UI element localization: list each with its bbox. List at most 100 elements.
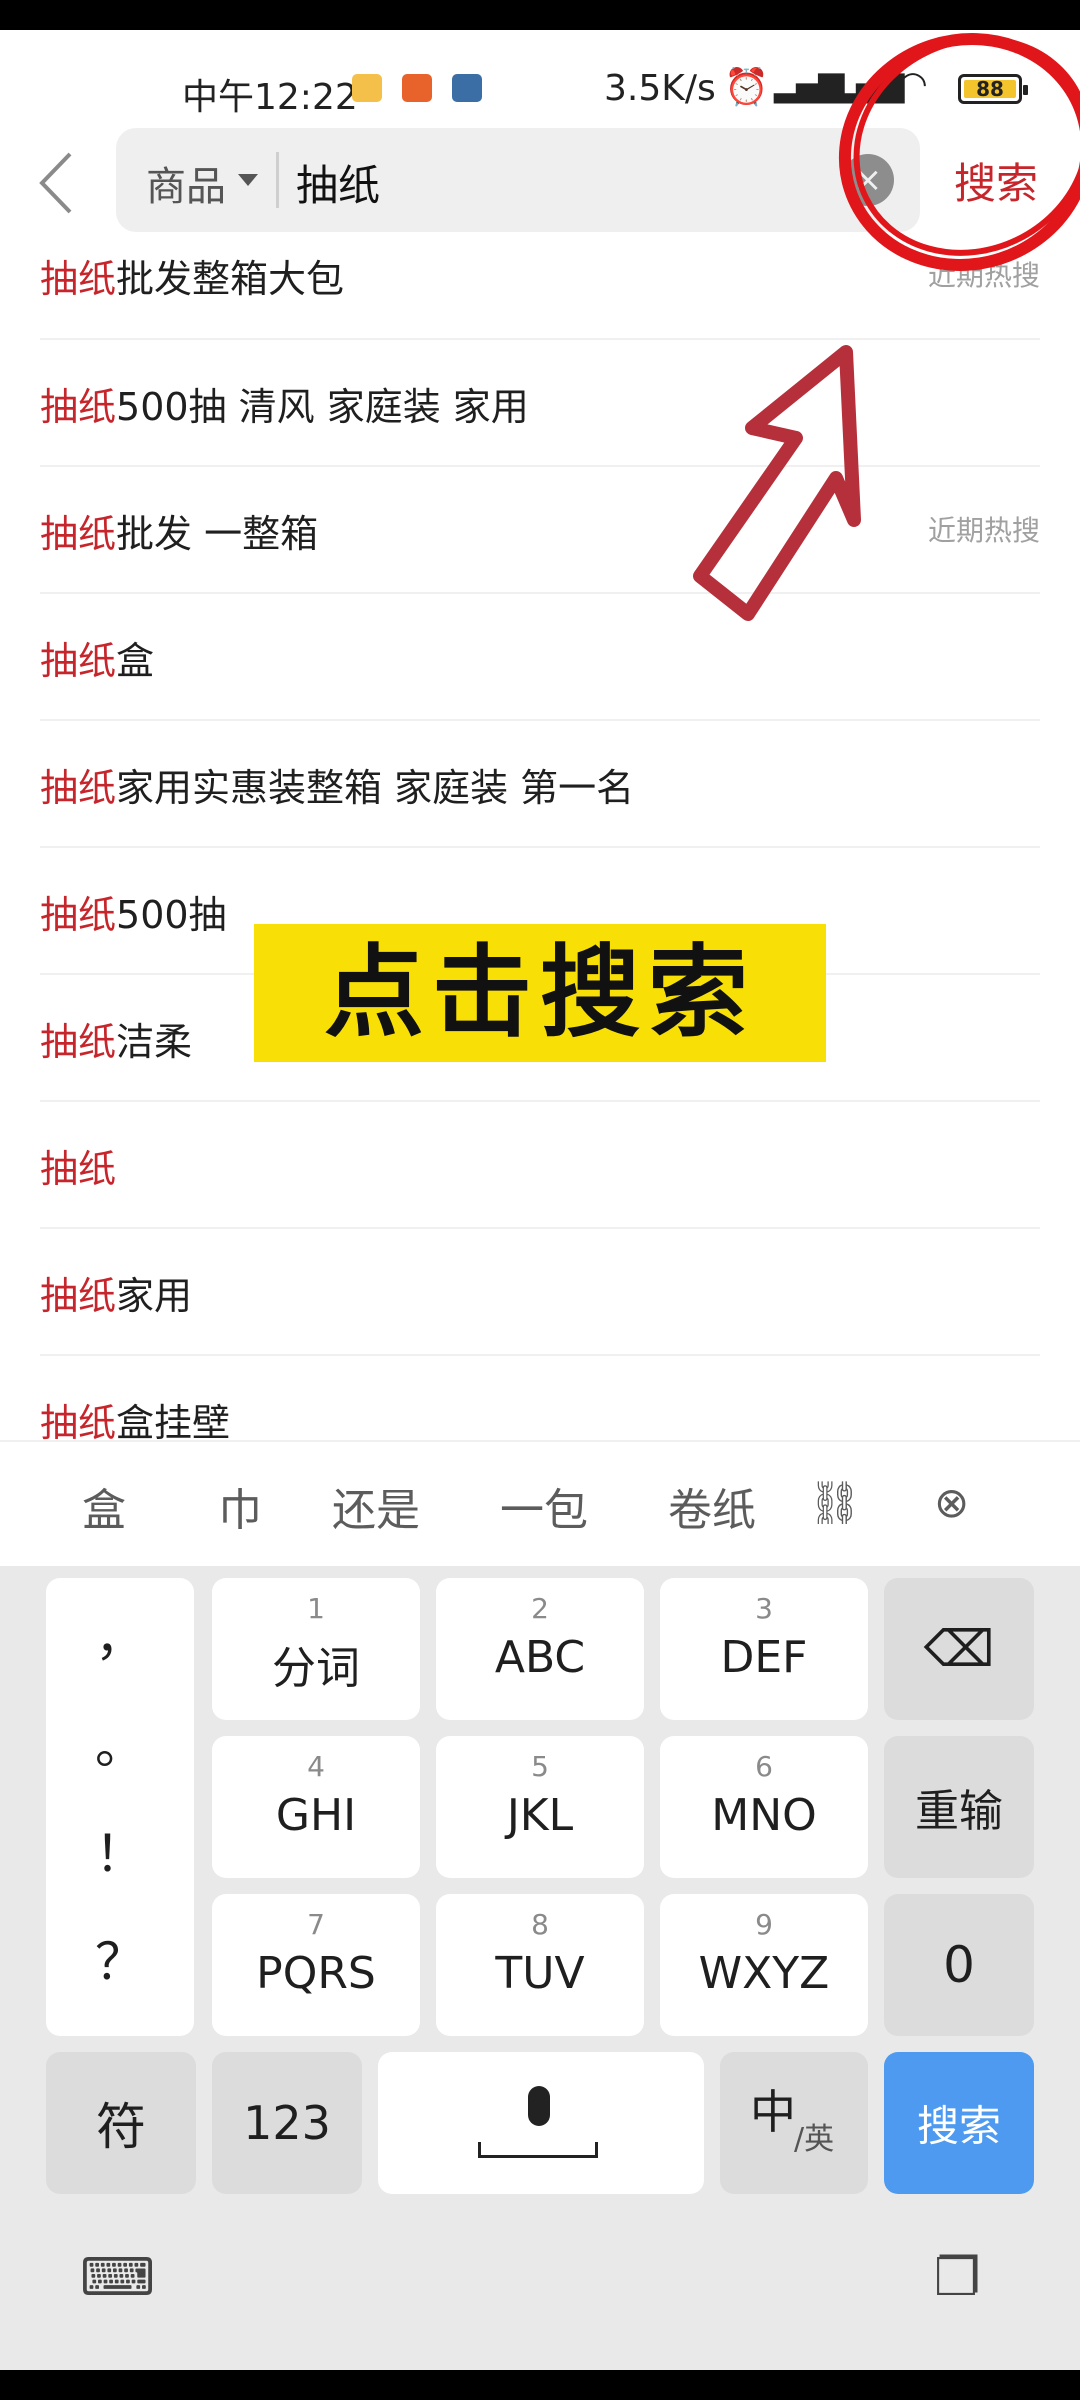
key-4[interactable]: 4 GHI (212, 1736, 420, 1878)
keyboard: ， 。 ！ ？ 1 分词 2 ABC 3 DEF ⌫ 4 GHI 5 JKL 6… (0, 1566, 1080, 2370)
key-label: WXYZ (698, 1948, 830, 1999)
hot-tag: 近期热搜 (927, 259, 1040, 292)
zero-key[interactable]: 0 (884, 1894, 1034, 2036)
suggestion-text: 抽纸批发 一整箱 (40, 512, 319, 556)
punctuation-key[interactable]: ， 。 ！ ？ (46, 1578, 194, 2036)
video-notification-icon (402, 74, 432, 102)
key-8[interactable]: 8 TUV (436, 1894, 644, 2036)
suggestion-text: 抽纸批发整箱大包 (40, 257, 345, 301)
keyboard-icon[interactable]: ⌨ (80, 2248, 155, 2308)
suggestion-text: 抽纸盒挂壁 (40, 1401, 231, 1440)
divider (276, 152, 279, 208)
key-3[interactable]: 3 DEF (660, 1578, 868, 1720)
status-time: 中午12:22 (182, 77, 358, 118)
lang-sub-label: /英 (794, 2122, 835, 2157)
clipboard-icon[interactable]: ❐ (934, 2248, 981, 2308)
suggestion-item[interactable]: 抽纸家用 (40, 1229, 1040, 1356)
candidate-word[interactable]: 盒 (82, 1474, 126, 1538)
chevron-left-icon (39, 152, 72, 214)
battery-tip (1023, 85, 1028, 95)
suggestion-item[interactable]: 抽纸盒挂壁 (40, 1356, 1040, 1440)
suggestion-item[interactable]: 抽纸家用实惠装整箱 家庭装 第一名 (40, 721, 1040, 848)
key-number: 7 (307, 1908, 325, 1941)
suggestion-text: 抽纸500抽 (40, 893, 227, 937)
comma-key[interactable]: ， (46, 1598, 194, 1670)
candidate-word[interactable]: 还是 (332, 1474, 420, 1538)
key-label: 分词 (272, 1643, 360, 1694)
key-5[interactable]: 5 JKL (436, 1736, 644, 1878)
hot-tag: 近期热搜 (927, 514, 1040, 547)
key-number: 6 (755, 1750, 773, 1783)
candidate-word[interactable]: 一包 (500, 1474, 588, 1538)
screen-top-edge (0, 0, 1080, 30)
backspace-icon: ⌫ (923, 1620, 995, 1678)
wifi-icon: ◠ (898, 64, 928, 104)
zero-label: 0 (943, 1936, 975, 1994)
candidate-word[interactable]: 巾 (218, 1474, 262, 1538)
keyboard-search-label: 搜索 (916, 2101, 1001, 2151)
reinput-key[interactable]: 重输 (884, 1736, 1034, 1878)
suggestion-list: 抽纸批发整箱大包 近期热搜 抽纸500抽 清风 家庭装 家用 抽纸批发 一整箱 … (0, 240, 1080, 1440)
key-label: GHI (275, 1790, 357, 1841)
key-label: ABC (494, 1632, 586, 1683)
candidate-bar: 盒 巾 还是 一包 卷纸 ⛓ ⊗ (0, 1440, 1080, 1566)
candidate-word[interactable]: 卷纸 (668, 1474, 756, 1538)
suggestion-item[interactable]: 抽纸盒 (40, 594, 1040, 721)
key-label: JKL (506, 1790, 574, 1841)
symbols-label: 符 (96, 2098, 146, 2156)
key-2[interactable]: 2 ABC (436, 1578, 644, 1720)
numbers-label: 123 (243, 2096, 331, 2150)
question-key[interactable]: ？ (46, 1922, 194, 1994)
key-number: 1 (307, 1592, 325, 1625)
key-9[interactable]: 9 WXYZ (660, 1894, 868, 2036)
back-button[interactable] (32, 148, 82, 218)
battery-percent: 88 (976, 77, 1004, 101)
screen-bottom-edge (0, 2370, 1080, 2400)
lang-main-label: 中 (750, 2085, 796, 2139)
suggestion-item[interactable]: 抽纸 (40, 1102, 1040, 1229)
key-number: 3 (755, 1592, 773, 1625)
battery-icon: 88 (958, 74, 1028, 104)
key-label: MNO (711, 1790, 817, 1841)
suggestion-text: 抽纸家用 (40, 1274, 193, 1318)
key-number: 4 (307, 1750, 325, 1783)
key-number: 5 (531, 1750, 549, 1783)
link-icon[interactable]: ⛓ (808, 1478, 861, 1528)
suggestion-item[interactable]: 抽纸批发 一整箱 近期热搜 (40, 467, 1040, 594)
suggestion-text: 抽纸盒 (40, 639, 155, 683)
language-switch-key[interactable]: 中 /英 (720, 2052, 868, 2194)
close-circle-icon[interactable]: ⊗ (934, 1478, 969, 1527)
key-number: 2 (531, 1592, 549, 1625)
microphone-icon (528, 2086, 550, 2126)
caret-down-icon (238, 174, 258, 186)
keyboard-search-key[interactable]: 搜索 (884, 2052, 1034, 2194)
signal-icon-2: ▂▄▆ (834, 64, 904, 104)
numbers-key[interactable]: 123 (212, 2052, 362, 2194)
space-bar-icon (478, 2142, 598, 2158)
exclamation-key[interactable]: ！ (46, 1814, 194, 1886)
key-label: DEF (720, 1632, 808, 1683)
suggestion-text: 抽纸500抽 清风 家庭装 家用 (40, 385, 529, 429)
period-key[interactable]: 。 (46, 1706, 194, 1778)
key-1[interactable]: 1 分词 (212, 1578, 420, 1720)
search-box[interactable]: 商品 抽纸 × (116, 128, 920, 232)
suggestion-text: 抽纸家用实惠装整箱 家庭装 第一名 (40, 766, 635, 810)
clear-icon[interactable]: × (842, 154, 894, 206)
suggestion-item[interactable]: 抽纸批发整箱大包 近期热搜 (40, 240, 1040, 340)
suggestion-text: 抽纸洁柔 (40, 1020, 193, 1064)
network-speed: 3.5K/s (604, 68, 716, 109)
key-label: TUV (495, 1948, 585, 1999)
signal-icon: ▂▄▆ (774, 64, 844, 104)
key-7[interactable]: 7 PQRS (212, 1894, 420, 2036)
search-button[interactable]: 搜索 (954, 150, 1038, 211)
suggestion-text: 抽纸 (40, 1147, 117, 1191)
alarm-icon: ⏰ (724, 67, 769, 108)
space-key[interactable] (378, 2052, 704, 2194)
search-input[interactable]: 抽纸 (296, 152, 380, 213)
symbols-key[interactable]: 符 (46, 2052, 196, 2194)
key-number: 8 (531, 1908, 549, 1941)
suggestion-item[interactable]: 抽纸500抽 清风 家庭装 家用 (40, 340, 1040, 467)
key-6[interactable]: 6 MNO (660, 1736, 868, 1878)
search-scope-dropdown[interactable]: 商品 (146, 154, 226, 212)
delete-key[interactable]: ⌫ (884, 1578, 1034, 1720)
